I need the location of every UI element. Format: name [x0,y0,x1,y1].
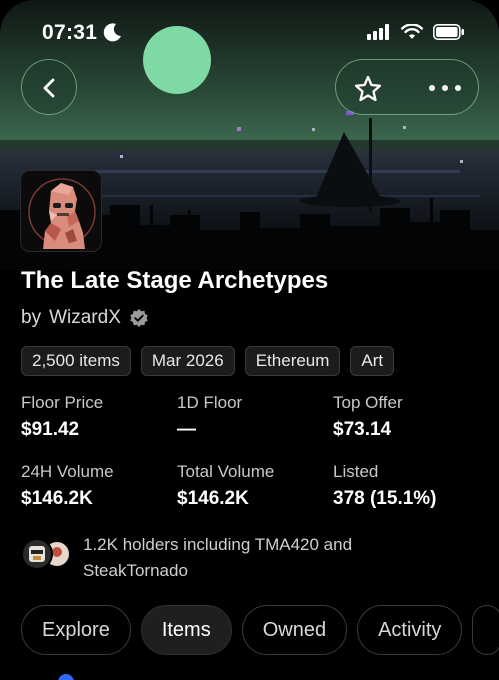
stat-label: 24H Volume [21,462,114,481]
stat-listed: Listed 378 (15.1%) [333,462,483,510]
stat-label: Listed [333,462,379,481]
creator-name[interactable]: WizardX [49,307,121,329]
back-button[interactable] [21,59,77,115]
stat-total-volume: Total Volume $146.2K [177,462,327,510]
creator-line: by WizardX [21,307,149,329]
holders-text: 1.2K holders including TMA420 and SteakT… [83,535,353,580]
stat-top-offer: Top Offer $73.14 [333,393,483,441]
tag-category: Art [350,346,395,376]
stat-value: 378 (15.1%) [333,488,437,509]
verified-badge-icon [130,309,148,327]
stat-floor-price: Floor Price $91.42 [21,393,171,441]
tab-owned[interactable]: Owned [241,605,348,655]
header-actions [335,59,479,115]
tab-activity[interactable]: Activity [357,605,463,655]
tab-explore[interactable]: Explore [21,605,131,655]
stat-value: — [177,419,196,440]
creator-prefix: by [21,307,42,328]
stat-1d-floor: 1D Floor — [177,393,327,441]
stat-value: $91.42 [21,419,80,440]
stat-value: $146.2K [21,488,93,509]
stat-label: 1D Floor [177,393,243,412]
tag-date: Mar 2026 [140,346,235,376]
holders-row[interactable]: 1.2K holders including TMA420 and SteakT… [21,532,481,582]
status-time: 07:31 [42,21,98,44]
moon-icon [103,23,121,42]
status-bar: 07:31 [0,18,499,48]
stat-label: Total Volume [177,462,275,481]
tag-items: 2,500 items [21,346,131,376]
cellular-signal-icon [367,24,389,40]
stat-value: $73.14 [333,419,392,440]
collection-avatar [20,170,102,252]
collection-tabs: Explore Items Owned Activity [21,605,499,655]
status-icons [367,24,465,40]
battery-icon [433,24,464,40]
more-horizontal-icon[interactable] [428,84,462,92]
stat-label: Floor Price [21,393,104,412]
blue-indicator [58,674,74,680]
star-icon[interactable] [353,74,383,104]
collection-title: The Late Stage Archetypes [21,267,329,294]
tab-overflow[interactable] [472,605,499,655]
stat-24h-volume: 24H Volume $146.2K [21,462,171,510]
collection-screen: 07:31 The Late Stage Archetypes by Wizar… [0,0,499,680]
tag-chain: Ethereum [244,346,341,376]
stat-value: $146.2K [177,488,249,509]
tab-items[interactable]: Items [140,605,232,655]
holder-avatars [21,538,71,570]
wifi-icon [401,24,423,39]
stat-label: Top Offer [333,393,403,412]
chevron-left-icon [43,78,55,98]
collection-tags: 2,500 items Mar 2026 Ethereum Art [21,346,395,376]
